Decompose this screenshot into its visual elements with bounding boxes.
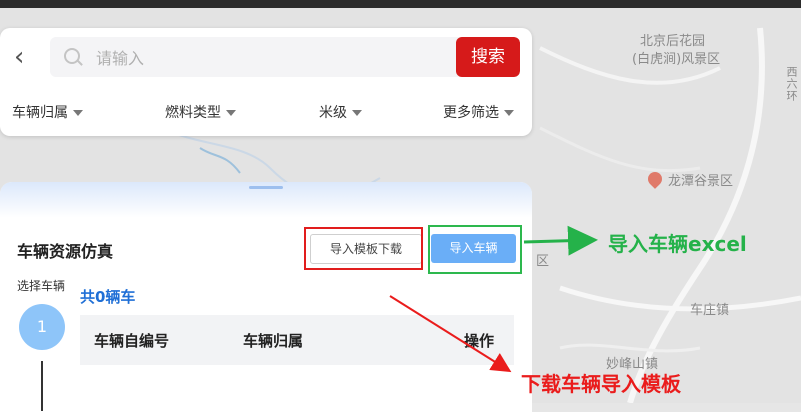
annotation-import-note: 导入车辆excel [608,232,747,256]
annotation-template-note: 下载车辆导入模板 [521,372,681,396]
red-arrow [389,295,512,373]
green-arrow [523,225,598,256]
annotation-arrows [389,225,598,373]
